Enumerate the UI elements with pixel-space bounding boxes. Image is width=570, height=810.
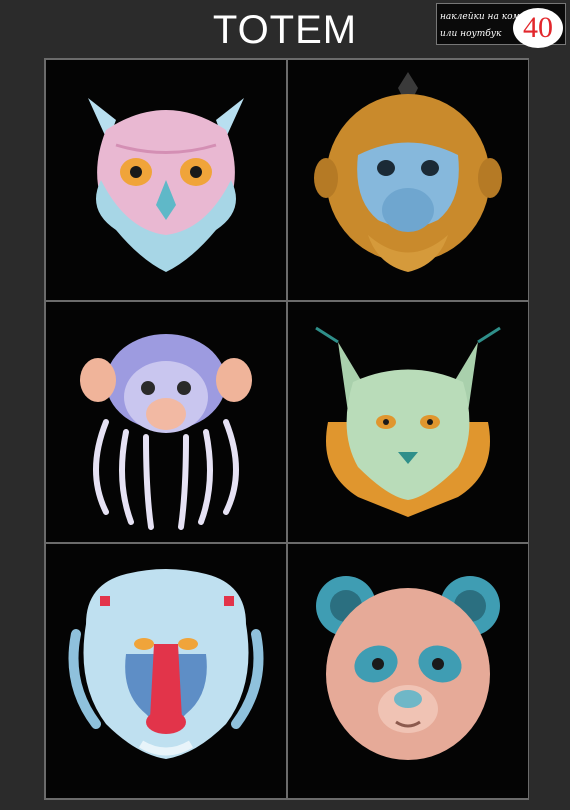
image-grid <box>44 58 529 800</box>
label-text-line1: наклейки на комп <box>440 12 526 22</box>
tile-tamarin <box>46 302 286 542</box>
number-badge: 40 <box>513 8 563 48</box>
tile-mandrill <box>46 544 286 798</box>
tile-lynx <box>288 302 528 542</box>
tamarin-head-icon <box>80 334 252 530</box>
lynx-head-icon <box>315 326 501 517</box>
golden-monkey-head-icon <box>314 72 502 272</box>
owl-head-icon <box>88 98 244 272</box>
label-text-line2: или ноутбук <box>440 29 502 39</box>
tile-panda <box>288 544 528 798</box>
tile-owl <box>46 60 286 300</box>
tile-monkey <box>288 60 528 300</box>
panda-head-icon <box>316 576 500 760</box>
mandrill-head-icon <box>68 569 264 759</box>
